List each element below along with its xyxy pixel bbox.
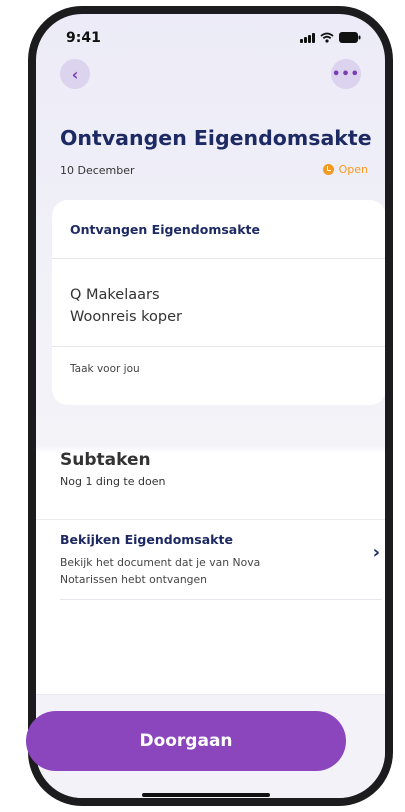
status-label: Open — [338, 163, 368, 176]
subtasks-count: Nog 1 ding te doen — [60, 475, 166, 488]
app-screen: 9:41 ‹ ••• Ontvangen Eigendomsakte 10 De… — [36, 14, 385, 798]
clock-status-icon — [322, 164, 334, 175]
card-organization: Q Makelaars — [70, 287, 160, 303]
divider — [52, 258, 385, 259]
battery-icon — [339, 32, 361, 43]
back-button[interactable]: ‹ — [60, 59, 90, 89]
page-title: Ontvangen Eigendomsakte — [60, 126, 372, 150]
task-date: 10 December — [60, 164, 135, 177]
subtask-description: Bekijk het document dat je van Nova Nota… — [60, 556, 261, 586]
divider — [60, 599, 382, 600]
subtask-title: Bekijken Eigendomsakte — [60, 532, 233, 547]
status-bar: 9:41 — [36, 14, 385, 58]
chevron-left-icon: ‹ — [71, 64, 79, 84]
continue-button[interactable]: Doorgaan — [26, 711, 346, 771]
ellipsis-icon: ••• — [332, 66, 360, 82]
card-assignee-note: Taak voor jou — [70, 363, 140, 375]
divider — [52, 346, 385, 347]
wifi-icon — [320, 32, 334, 43]
status-icons — [300, 32, 361, 43]
subtask-item[interactable]: Bekijken Eigendomsakte Bekijk het docume… — [52, 520, 382, 600]
card-journey: Woonreis koper — [70, 309, 183, 325]
signal-icon — [300, 33, 315, 43]
subtasks-heading: Subtaken — [60, 450, 151, 470]
task-card: Ontvangen Eigendomsakte Q Makelaars Woon… — [52, 200, 385, 405]
home-indicator — [142, 793, 270, 797]
status-badge: Open — [322, 163, 368, 176]
more-options-button[interactable]: ••• — [331, 59, 361, 89]
card-title: Ontvangen Eigendomsakte — [70, 222, 261, 237]
chevron-right-icon: › — [372, 542, 380, 563]
status-time: 9:41 — [66, 30, 101, 46]
